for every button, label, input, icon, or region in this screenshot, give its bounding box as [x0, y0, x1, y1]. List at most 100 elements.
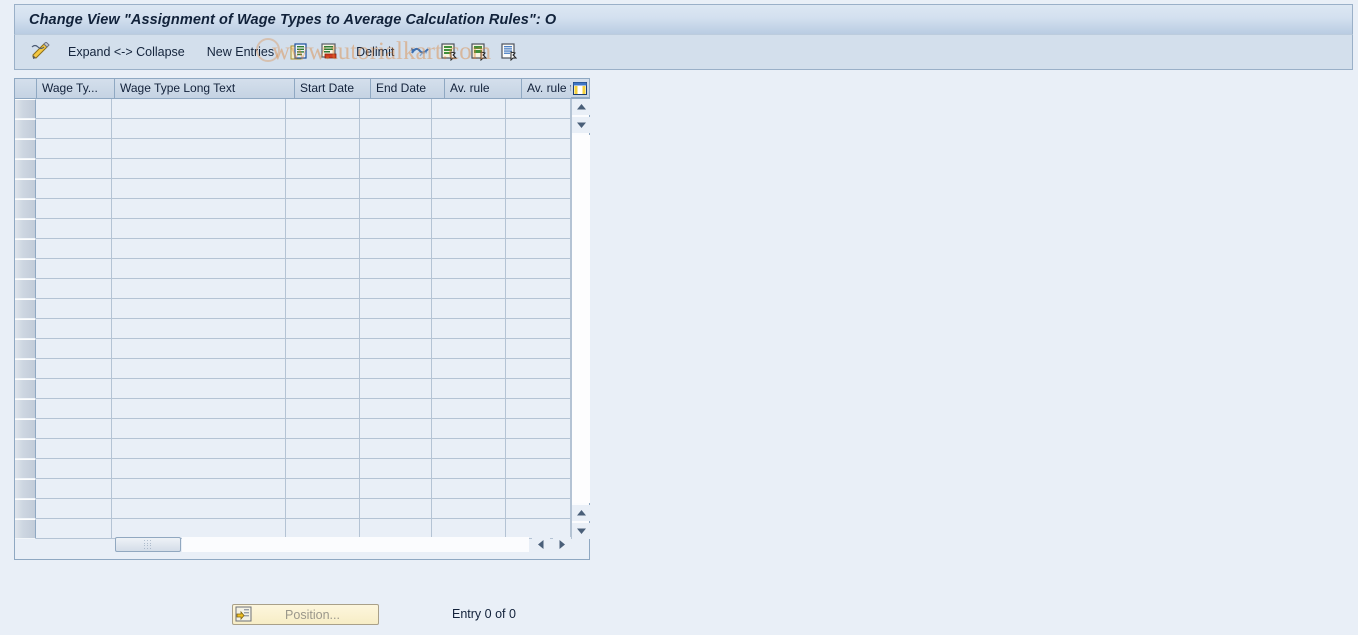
table-cell[interactable] — [286, 139, 360, 159]
table-cell[interactable] — [36, 119, 112, 139]
table-cell[interactable] — [359, 479, 432, 499]
table-row[interactable] — [15, 419, 571, 439]
select-block-button[interactable] — [495, 40, 525, 64]
column-header-2[interactable]: Start Date — [295, 79, 371, 99]
table-cell[interactable] — [36, 399, 112, 419]
table-cell[interactable] — [111, 219, 287, 239]
table-cell[interactable] — [286, 379, 360, 399]
row-select-button[interactable] — [15, 159, 37, 179]
table-cell[interactable] — [506, 319, 571, 339]
table-cell[interactable] — [431, 299, 507, 319]
vertical-scroll-track[interactable] — [572, 135, 590, 503]
table-cell[interactable] — [286, 459, 360, 479]
table-cell[interactable] — [431, 159, 507, 179]
table-row[interactable] — [15, 459, 571, 479]
table-cell[interactable] — [506, 199, 571, 219]
row-select-button[interactable] — [15, 99, 37, 119]
table-cell[interactable] — [359, 259, 432, 279]
position-button[interactable]: Position... — [232, 604, 379, 625]
scroll-left-icon[interactable] — [532, 536, 550, 553]
table-cell[interactable] — [506, 479, 571, 499]
table-cell[interactable] — [286, 179, 360, 199]
table-cell[interactable] — [286, 419, 360, 439]
scroll-right-icon[interactable] — [553, 536, 571, 553]
table-cell[interactable] — [359, 99, 432, 119]
table-cell[interactable] — [286, 259, 360, 279]
table-cell[interactable] — [506, 399, 571, 419]
table-cell[interactable] — [36, 219, 112, 239]
select-all-header-cell[interactable] — [15, 79, 37, 99]
row-select-button[interactable] — [15, 399, 37, 419]
table-cell[interactable] — [359, 419, 432, 439]
row-select-button[interactable] — [15, 379, 37, 399]
table-row[interactable] — [15, 319, 571, 339]
table-cell[interactable] — [286, 499, 360, 519]
table-row[interactable] — [15, 439, 571, 459]
row-select-button[interactable] — [15, 499, 37, 519]
table-cell[interactable] — [286, 199, 360, 219]
table-cell[interactable] — [36, 499, 112, 519]
table-cell[interactable] — [359, 299, 432, 319]
table-cell[interactable] — [359, 159, 432, 179]
table-cell[interactable] — [111, 259, 287, 279]
table-cell[interactable] — [36, 259, 112, 279]
scroll-up-icon[interactable] — [572, 99, 590, 115]
table-row[interactable] — [15, 279, 571, 299]
horizontal-scroll-track[interactable] — [182, 537, 529, 552]
table-cell[interactable] — [431, 339, 507, 359]
new-entries-button[interactable]: New Entries — [196, 40, 285, 64]
table-cell[interactable] — [506, 419, 571, 439]
table-cell[interactable] — [36, 519, 112, 539]
row-select-button[interactable] — [15, 319, 37, 339]
table-cell[interactable] — [111, 279, 287, 299]
table-row[interactable] — [15, 139, 571, 159]
table-cell[interactable] — [36, 339, 112, 359]
table-cell[interactable] — [431, 139, 507, 159]
table-cell[interactable] — [111, 319, 287, 339]
table-cell[interactable] — [506, 279, 571, 299]
table-cell[interactable] — [431, 499, 507, 519]
row-select-button[interactable] — [15, 439, 37, 459]
table-cell[interactable] — [36, 479, 112, 499]
table-row[interactable] — [15, 479, 571, 499]
table-cell[interactable] — [111, 159, 287, 179]
table-cell[interactable] — [506, 459, 571, 479]
table-cell[interactable] — [286, 119, 360, 139]
delete-row-button[interactable] — [315, 40, 345, 64]
table-cell[interactable] — [359, 339, 432, 359]
table-cell[interactable] — [431, 319, 507, 339]
table-cell[interactable] — [286, 279, 360, 299]
row-select-button[interactable] — [15, 119, 37, 139]
row-select-button[interactable] — [15, 459, 37, 479]
row-select-button[interactable] — [15, 279, 37, 299]
previous-entry-button[interactable] — [435, 40, 465, 64]
table-row[interactable] — [15, 359, 571, 379]
table-cell[interactable] — [111, 419, 287, 439]
table-cell[interactable] — [359, 459, 432, 479]
table-settings-icon[interactable] — [571, 79, 589, 98]
table-row[interactable] — [15, 299, 571, 319]
table-cell[interactable] — [359, 179, 432, 199]
scroll-up-bottom-icon[interactable] — [572, 505, 590, 521]
table-cell[interactable] — [111, 139, 287, 159]
table-cell[interactable] — [286, 239, 360, 259]
table-cell[interactable] — [431, 99, 507, 119]
table-cell[interactable] — [111, 119, 287, 139]
table-cell[interactable] — [506, 439, 571, 459]
table-cell[interactable] — [431, 459, 507, 479]
change-mode-button[interactable] — [25, 40, 57, 64]
table-cell[interactable] — [359, 119, 432, 139]
table-cell[interactable] — [36, 379, 112, 399]
horizontal-scroll-thumb[interactable]: :::::: — [115, 537, 181, 552]
table-cell[interactable] — [111, 339, 287, 359]
copy-as-button[interactable] — [285, 40, 315, 64]
table-cell[interactable] — [286, 99, 360, 119]
table-cell[interactable] — [111, 359, 287, 379]
table-cell[interactable] — [431, 219, 507, 239]
table-cell[interactable] — [431, 239, 507, 259]
table-cell[interactable] — [111, 459, 287, 479]
table-row[interactable] — [15, 159, 571, 179]
table-cell[interactable] — [111, 239, 287, 259]
table-cell[interactable] — [359, 399, 432, 419]
table-cell[interactable] — [111, 499, 287, 519]
